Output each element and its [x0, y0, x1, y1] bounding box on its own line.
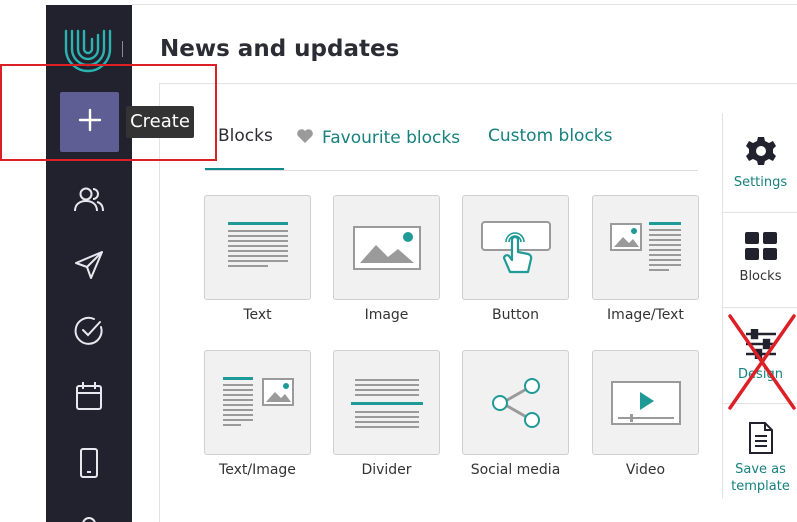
settings-button[interactable]: Settings [723, 135, 797, 190]
image-text-block-icon [592, 195, 699, 300]
sidebar-item-tasks[interactable] [72, 316, 106, 350]
block-text-label: Text [243, 307, 272, 323]
grid-icon [744, 232, 778, 265]
block-image-text-label: Image/Text [607, 307, 684, 323]
text-block-icon [204, 195, 311, 300]
block-text-image[interactable]: Text/Image [204, 350, 311, 478]
highlight-box [0, 64, 217, 161]
block-text-image-label: Text/Image [219, 462, 296, 478]
settings-label: Settings [733, 175, 788, 190]
sidebar-item-send[interactable] [72, 250, 106, 284]
tab-favourite-label: Favourite blocks [322, 128, 461, 148]
tab-blocks[interactable]: Blocks [218, 126, 273, 150]
right-toolbar: Settings Blocks Design Save as template [722, 113, 797, 498]
block-social-media-label: Social media [470, 462, 561, 478]
share-icon [462, 350, 569, 455]
block-video-label: Video [625, 462, 666, 478]
tabs-divider [205, 170, 698, 171]
save-template-label: Save as template [731, 462, 790, 494]
sidebar-item-mobile[interactable] [72, 446, 106, 485]
block-image-text[interactable]: Image/Text [592, 195, 699, 323]
cross-out-mark-icon [728, 314, 796, 410]
block-button-label: Button [492, 307, 539, 323]
sidebar-item-calendar[interactable] [72, 381, 106, 415]
image-block-icon [333, 195, 440, 300]
blocks-panel-label: Blocks [739, 269, 782, 284]
block-divider[interactable]: Divider [333, 350, 440, 478]
block-button[interactable]: Button [462, 195, 569, 323]
button-block-icon [462, 195, 569, 300]
blocks-panel-button[interactable]: Blocks [723, 231, 797, 284]
text-image-block-icon [204, 350, 311, 455]
check-circle-icon [72, 314, 106, 353]
rp-divider-2 [723, 307, 797, 308]
mobile-icon [72, 446, 106, 485]
save-as-template-button[interactable]: Save as template [723, 421, 797, 495]
rp-divider-1 [723, 212, 797, 213]
document-icon [747, 422, 775, 459]
contacts-icon [72, 183, 106, 222]
send-icon [72, 248, 106, 287]
video-block-icon [592, 350, 699, 455]
block-video[interactable]: Video [592, 350, 699, 478]
tab-favourite-blocks[interactable]: Favourite blocks [296, 126, 460, 150]
sidebar-item-contacts[interactable] [72, 185, 106, 219]
sidebar-item-partial[interactable] [72, 510, 106, 522]
block-social-media[interactable]: Social media [462, 350, 569, 478]
gear-icon [745, 137, 777, 171]
block-text[interactable]: Text [204, 195, 311, 323]
block-image[interactable]: Image [333, 195, 440, 323]
tab-custom-blocks[interactable]: Custom blocks [488, 126, 613, 150]
header-border [132, 4, 797, 5]
block-divider-label: Divider [361, 462, 412, 478]
logo-divider [122, 41, 123, 57]
calendar-icon [72, 379, 106, 418]
page-title: News and updates [160, 36, 400, 62]
heart-icon [296, 128, 314, 149]
block-image-label: Image [364, 307, 409, 323]
divider-block-icon [333, 350, 440, 455]
